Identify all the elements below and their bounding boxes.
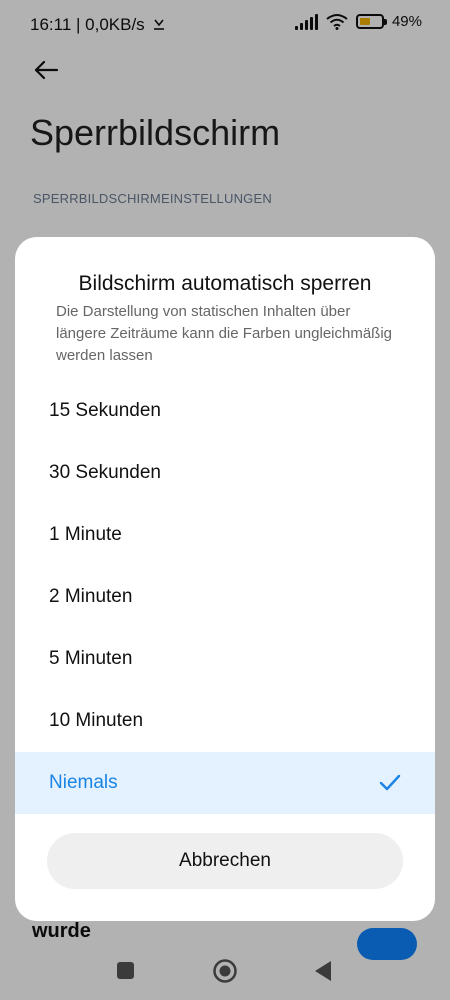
option-label: 1 Minute: [49, 524, 122, 545]
options-list: 15 Sekunden 30 Sekunden 1 Minute 2 Minuten 5…: [15, 380, 435, 814]
checkmark-icon: [379, 774, 401, 791]
option-label: 5 Minuten: [49, 648, 133, 669]
option-label: 15 Sekunden: [49, 400, 161, 421]
option-label: Niemals: [49, 772, 118, 793]
cancel-button[interactable]: Abbrechen: [47, 833, 403, 889]
option-label: 30 Sekunden: [49, 462, 161, 483]
option-label: 10 Minuten: [49, 710, 144, 731]
option-item[interactable]: 5 Minuten: [15, 628, 435, 690]
dialog-title: Bildschirm automatisch sperren: [78, 272, 372, 295]
option-label: 2 Minuten: [49, 586, 133, 607]
option-item[interactable]: 30 Sekunden: [15, 442, 435, 504]
option-item[interactable]: 1 Minute: [15, 504, 435, 566]
option-item[interactable]: 15 Sekunden: [15, 380, 435, 442]
auto-lock-dialog: Bildschirm automatisch sperren Die Darst…: [15, 237, 435, 921]
option-item[interactable]: Niemals: [15, 752, 435, 814]
option-item[interactable]: 10 Minuten: [15, 690, 435, 752]
dialog-description: Die Darstellung von statischen Inhalten …: [56, 303, 393, 364]
option-item[interactable]: 2 Minuten: [15, 566, 435, 628]
